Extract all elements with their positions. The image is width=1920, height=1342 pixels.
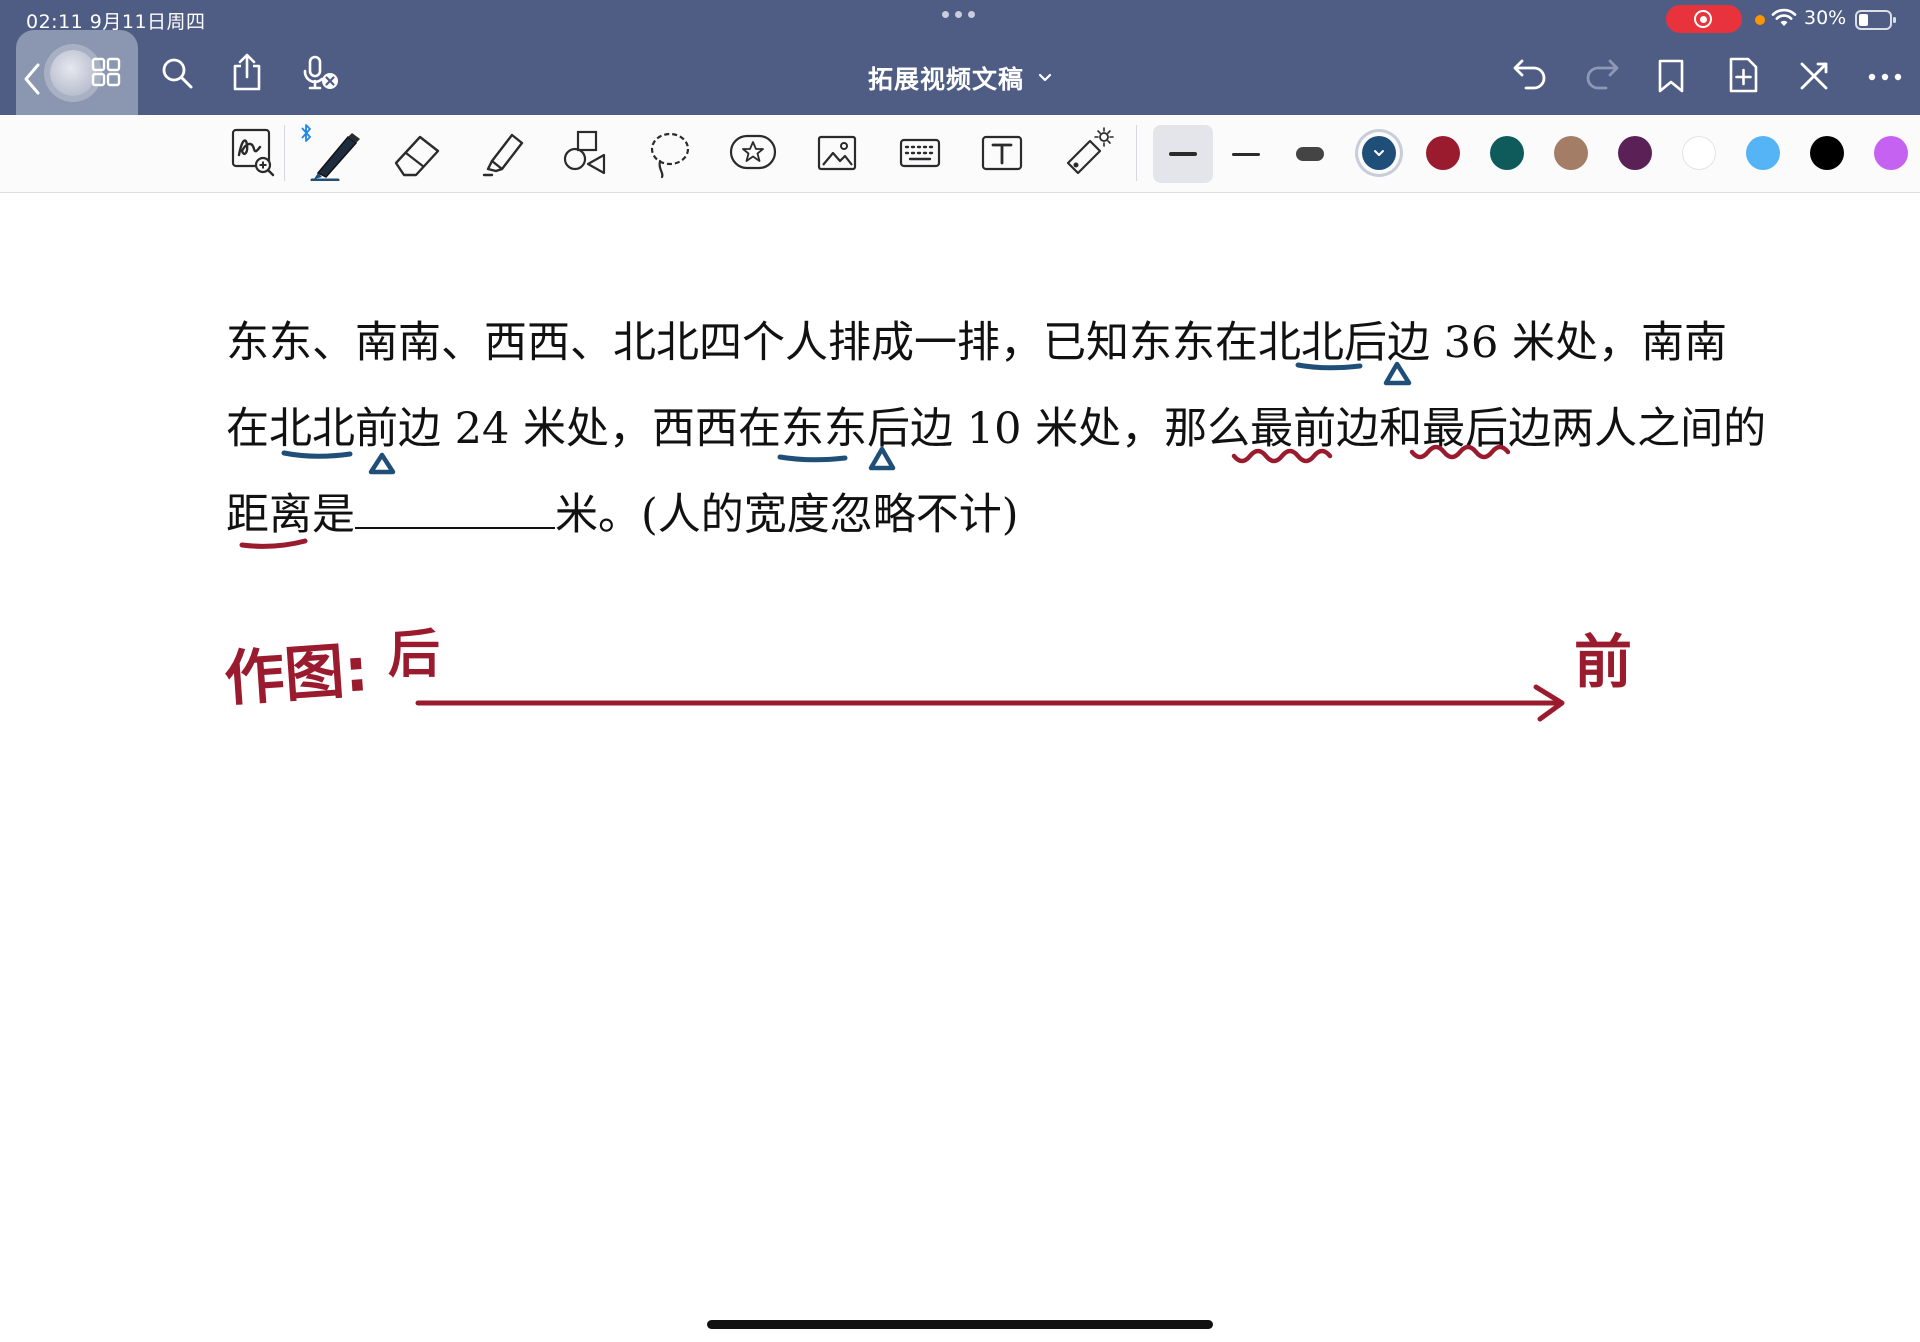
- home-indicator[interactable]: [707, 1320, 1213, 1329]
- handwritten-draw-label: 作图:: [222, 635, 371, 715]
- triangle-mark-2: [368, 452, 396, 475]
- triangle-mark-1: [1383, 361, 1412, 386]
- squiggle-zuihoubian: [1409, 444, 1511, 460]
- underline-juli: [239, 538, 308, 549]
- handwritten-front-label: 前: [1574, 628, 1632, 696]
- underline-beibei-1: [1295, 362, 1363, 371]
- handwritten-back-label: 后: [388, 625, 440, 685]
- squiggle-zuiqianbian: [1231, 448, 1333, 464]
- underline-dongdong: [777, 454, 848, 463]
- underline-beibei-2: [281, 450, 353, 459]
- handwritten-annotations: 作图: 后 前: [222, 361, 1632, 722]
- triangle-mark-3: [868, 446, 896, 471]
